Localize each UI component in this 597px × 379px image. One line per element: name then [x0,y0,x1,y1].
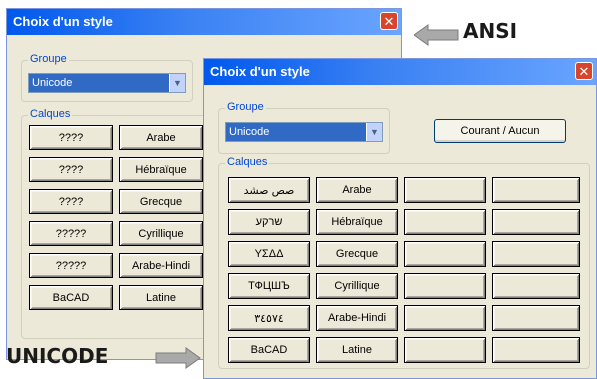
ansi-arrow-icon [414,24,459,46]
ansi-dialog-titlebar[interactable]: Choix d'un style [7,9,401,35]
ansi-calque-name-button[interactable]: Arabe [119,125,203,150]
unicode-calque-empty-button[interactable] [492,305,580,331]
unicode-close-button[interactable]: ✕ [575,62,593,80]
ansi-calque-glyph-button[interactable]: ????? [29,253,113,278]
ansi-calque-name-button[interactable]: Grecque [119,189,203,214]
ansi-calque-name-button[interactable]: Arabe-Hindi [119,253,203,278]
ansi-groupe-value: Unicode [32,77,73,89]
unicode-calque-name-button[interactable]: Grecque [316,241,398,267]
unicode-calque-name-button[interactable]: Arabe [316,177,398,203]
ansi-calque-glyph-button[interactable]: ???? [29,189,113,214]
unicode-dialog-titlebar[interactable]: Choix d'un style [204,59,596,85]
unicode-calque-empty-button[interactable] [492,241,580,267]
unicode-calque-glyph-button[interactable]: BaCAD [228,337,310,363]
ansi-calque-name-button[interactable]: Hébraïque [119,157,203,182]
unicode-calque-empty-button[interactable] [492,209,580,235]
unicode-calque-glyph-button[interactable]: שרקע [228,209,310,235]
unicode-groupe-box: Groupe Unicode ▼ [218,101,390,154]
unicode-calque-empty-button[interactable] [404,273,486,299]
ansi-calque-glyph-button[interactable]: ????? [29,221,113,246]
unicode-calque-glyph-button[interactable]: ТФЦШЪ [228,273,310,299]
ansi-groupe-select[interactable]: Unicode ▼ [28,73,186,93]
unicode-calque-empty-button[interactable] [492,273,580,299]
unicode-calque-name-button[interactable]: Cyrillique [316,273,398,299]
ansi-calque-name-button[interactable]: Latine [119,285,203,310]
unicode-calque-name-button[interactable]: Hébraïque [316,209,398,235]
unicode-groupe-label: Groupe [225,101,266,113]
unicode-arrow-icon [155,347,201,369]
ansi-calque-glyph-button[interactable]: BaCAD [29,285,113,310]
unicode-groupe-select[interactable]: Unicode ▼ [225,122,383,142]
unicode-calque-empty-button[interactable] [404,177,486,203]
unicode-calque-empty-button[interactable] [492,177,580,203]
chevron-down-icon[interactable]: ▼ [169,74,185,92]
unicode-calque-empty-button[interactable] [404,241,486,267]
unicode-calque-empty-button[interactable] [404,337,486,363]
unicode-dialog-title: Choix d'un style [210,64,310,79]
unicode-calque-name-button[interactable]: Arabe-Hindi [316,305,398,331]
unicode-calque-empty-button[interactable] [404,305,486,331]
courant-aucun-button[interactable]: Courant / Aucun [434,119,566,143]
unicode-calque-empty-button[interactable] [404,209,486,235]
unicode-groupe-value: Unicode [229,126,270,138]
unicode-calque-glyph-button[interactable]: صص صشد [228,177,310,203]
ansi-calque-glyph-button[interactable]: ???? [29,157,113,182]
unicode-calque-glyph-button[interactable]: ٣٤٥٧٤ [228,305,310,331]
ansi-dialog-title: Choix d'un style [13,14,113,29]
unicode-calque-glyph-button[interactable]: ΥΣΔΔ [228,241,310,267]
unicode-label: UNICODE [6,344,109,368]
ansi-label: ANSI [463,19,518,43]
ansi-calque-name-button[interactable]: Cyrillique [119,221,203,246]
ansi-groupe-label: Groupe [28,53,69,65]
ansi-calque-glyph-button[interactable]: ???? [29,125,113,150]
ansi-close-button[interactable]: ✕ [380,12,398,30]
unicode-calque-empty-button[interactable] [492,337,580,363]
unicode-calques-label: Calques [225,156,270,168]
chevron-down-icon[interactable]: ▼ [366,123,382,141]
ansi-groupe-box: Groupe Unicode ▼ [21,53,193,102]
unicode-calque-name-button[interactable]: Latine [316,337,398,363]
unicode-dialog: Choix d'un style ✕ Groupe Unicode ▼ Cour… [203,58,597,379]
ansi-calques-label: Calques [28,108,73,120]
